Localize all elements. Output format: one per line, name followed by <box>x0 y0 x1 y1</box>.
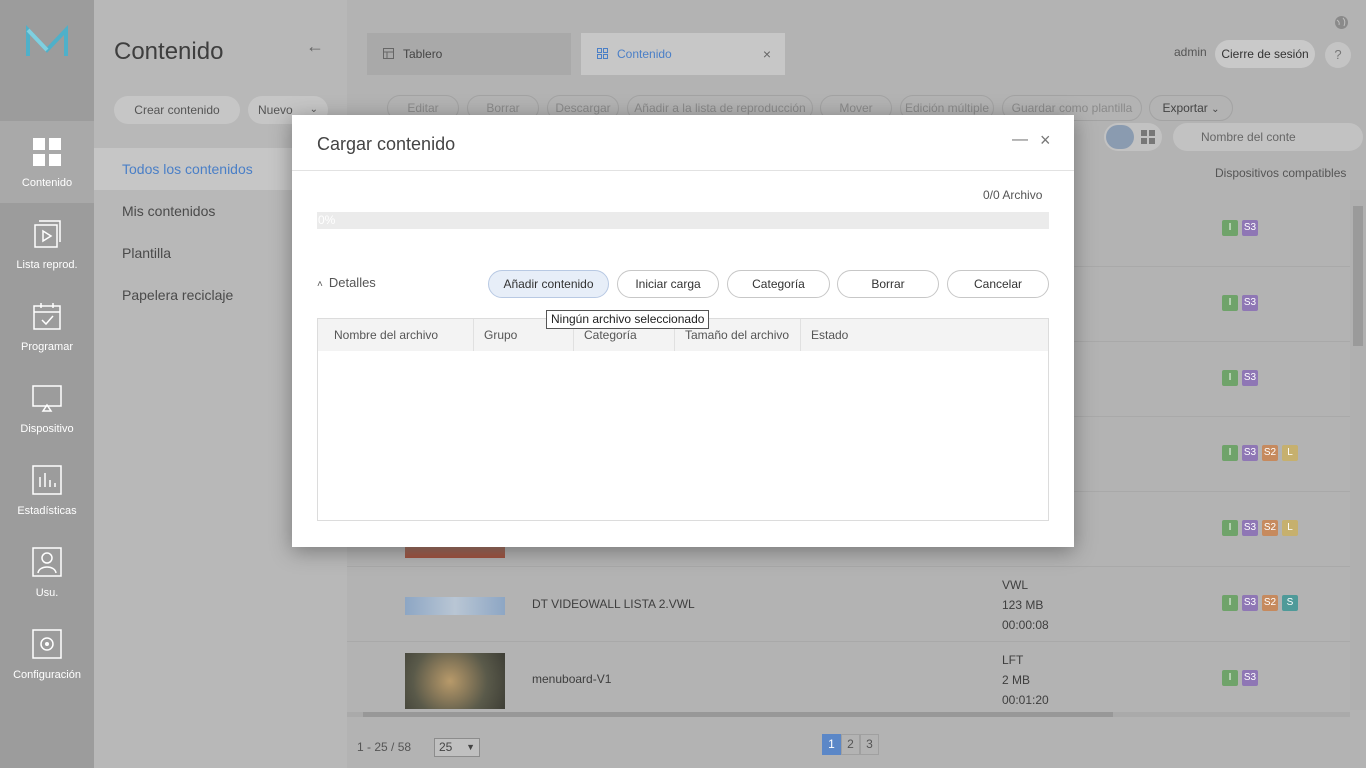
delete-button[interactable]: Borrar <box>837 270 939 298</box>
rail-item-label: Configuración <box>13 669 81 681</box>
device-badges: I S3 <box>1222 219 1262 236</box>
per-page-select[interactable]: 25 ▼ <box>434 738 480 757</box>
device-badges: I S3 S2 L <box>1222 444 1302 461</box>
globe-icon[interactable] <box>1334 15 1349 30</box>
create-content-button[interactable]: Crear contenido <box>114 96 240 124</box>
rail-item-schedule[interactable]: Programar <box>0 285 94 367</box>
details-label: Detalles <box>328 275 376 290</box>
username: admin <box>1174 45 1207 59</box>
pagination-info: 1 - 25 / 58 <box>357 740 412 754</box>
rail-item-statistics[interactable]: Estadísticas <box>0 449 94 531</box>
search-input[interactable]: Nombre del conte <box>1173 123 1363 151</box>
rail-item-label: Programar <box>21 341 73 353</box>
content-name[interactable]: DT VIDEOWALL LISTA 2.VWL <box>532 597 695 611</box>
calendar-icon <box>33 303 61 330</box>
progress-text: 0% <box>318 213 336 227</box>
file-count: 0/0 Archivo <box>983 188 1043 202</box>
content-thumbnail <box>405 653 505 709</box>
category-button[interactable]: Categoría <box>727 270 830 298</box>
display-icon <box>32 385 62 412</box>
page-3[interactable]: 3 <box>860 734 879 755</box>
gear-icon <box>32 629 62 659</box>
collapse-arrow-icon[interactable]: ← <box>306 36 324 57</box>
tab-label: Tablero <box>403 47 443 61</box>
device-badges: I S3 <box>1222 369 1262 386</box>
column-status: Estado <box>811 328 849 342</box>
horizontal-scrollbar[interactable] <box>347 712 1350 717</box>
chevron-down-icon: ⌄ <box>1211 104 1220 115</box>
column-file-name: Nombre del archivo <box>324 319 474 351</box>
device-badges: I S3 <box>1222 669 1262 686</box>
details-toggle[interactable]: ˄ Detalles <box>317 275 376 290</box>
rail-item-label: Estadísticas <box>17 505 77 517</box>
device-badges: I S3 S2 L <box>1222 519 1302 536</box>
rail-item-playlist[interactable]: Lista reprod. <box>0 203 94 285</box>
content-name[interactable]: menuboard-V1 <box>532 672 611 686</box>
playlist-icon <box>34 220 61 248</box>
content-thumbnail <box>405 597 505 615</box>
help-button[interactable]: ? <box>1325 42 1351 68</box>
tab-content[interactable]: Contenido × <box>581 33 785 75</box>
rail-item-device[interactable]: Dispositivo <box>0 367 94 449</box>
dialog-title: Cargar contenido <box>317 134 456 154</box>
upload-file-table: Nombre del archivo Grupo Categoría Tamañ… <box>317 318 1049 521</box>
close-icon[interactable]: × <box>1040 130 1051 151</box>
scrollbar-thumb[interactable] <box>1353 206 1363 346</box>
compatible-devices-header: Dispositivos compatibles <box>1215 166 1347 180</box>
dialog-divider <box>292 170 1074 171</box>
export-dropdown[interactable]: Exportar ⌄ <box>1149 95 1233 121</box>
device-badges: I S3 S2 S <box>1222 594 1302 611</box>
app-logo <box>26 24 68 56</box>
list-view-icon[interactable] <box>1106 125 1134 149</box>
start-upload-button[interactable]: Iniciar carga <box>617 270 719 298</box>
tab-label: Contenido <box>617 47 672 61</box>
add-content-button[interactable]: Añadir contenido <box>488 270 609 298</box>
dashboard-icon <box>383 48 394 59</box>
rail-item-settings[interactable]: Configuración <box>0 613 94 695</box>
new-dropdown-label: Nuevo <box>258 103 293 117</box>
bar-chart-icon <box>32 465 62 495</box>
upload-progress-bar: 0% <box>317 212 1049 229</box>
rail-item-content[interactable]: Contenido <box>0 121 94 203</box>
tab-dashboard[interactable]: Tablero <box>367 33 571 75</box>
rail-item-label: Dispositivo <box>20 423 74 435</box>
user-icon <box>32 547 62 577</box>
page-2[interactable]: 2 <box>841 734 860 755</box>
triangle-down-icon: ▼ <box>466 742 475 752</box>
upload-content-dialog: Cargar contenido — × 0/0 Archivo 0% ˄ Det… <box>292 115 1074 547</box>
rail-item-label: Usu. <box>35 587 59 599</box>
scrollbar-thumb[interactable] <box>363 712 1113 717</box>
tooltip: Ningún archivo seleccionado <box>546 310 710 329</box>
grid-view-icon[interactable] <box>1141 130 1155 144</box>
per-page-value: 25 <box>439 740 453 754</box>
grid-icon <box>597 48 608 59</box>
table-row[interactable]: menuboard-V1 LFT 2 MB 00:01:20 I S3 <box>347 642 1350 717</box>
grid-icon <box>33 138 61 166</box>
content-meta: VWL 123 MB 00:00:08 <box>1002 578 1049 632</box>
cancel-button[interactable]: Cancelar <box>947 270 1049 298</box>
export-label: Exportar <box>1162 101 1208 115</box>
view-toggle[interactable] <box>1104 123 1162 151</box>
content-meta: LFT 2 MB 00:01:20 <box>1002 653 1049 707</box>
minimize-icon[interactable]: — <box>1012 131 1028 149</box>
rail-item-label: Contenido <box>21 177 73 189</box>
vertical-scrollbar[interactable] <box>1350 190 1366 710</box>
device-badges: I S3 <box>1222 294 1262 311</box>
rail-item-label: Lista reprod. <box>16 259 78 271</box>
rail-item-users[interactable]: Usu. <box>0 531 94 613</box>
main-nav-rail: Contenido Lista reprod. Programar Dispos… <box>0 0 94 768</box>
table-row[interactable]: DT VIDEOWALL LISTA 2.VWL VWL 123 MB 00:00:… <box>347 567 1350 642</box>
chevron-up-icon: ˄ <box>317 279 323 290</box>
sidebar-title: Contenido <box>114 38 224 65</box>
close-icon[interactable]: × <box>763 33 771 75</box>
logout-button[interactable]: Cierre de sesión <box>1215 40 1315 68</box>
page-1[interactable]: 1 <box>822 734 841 755</box>
